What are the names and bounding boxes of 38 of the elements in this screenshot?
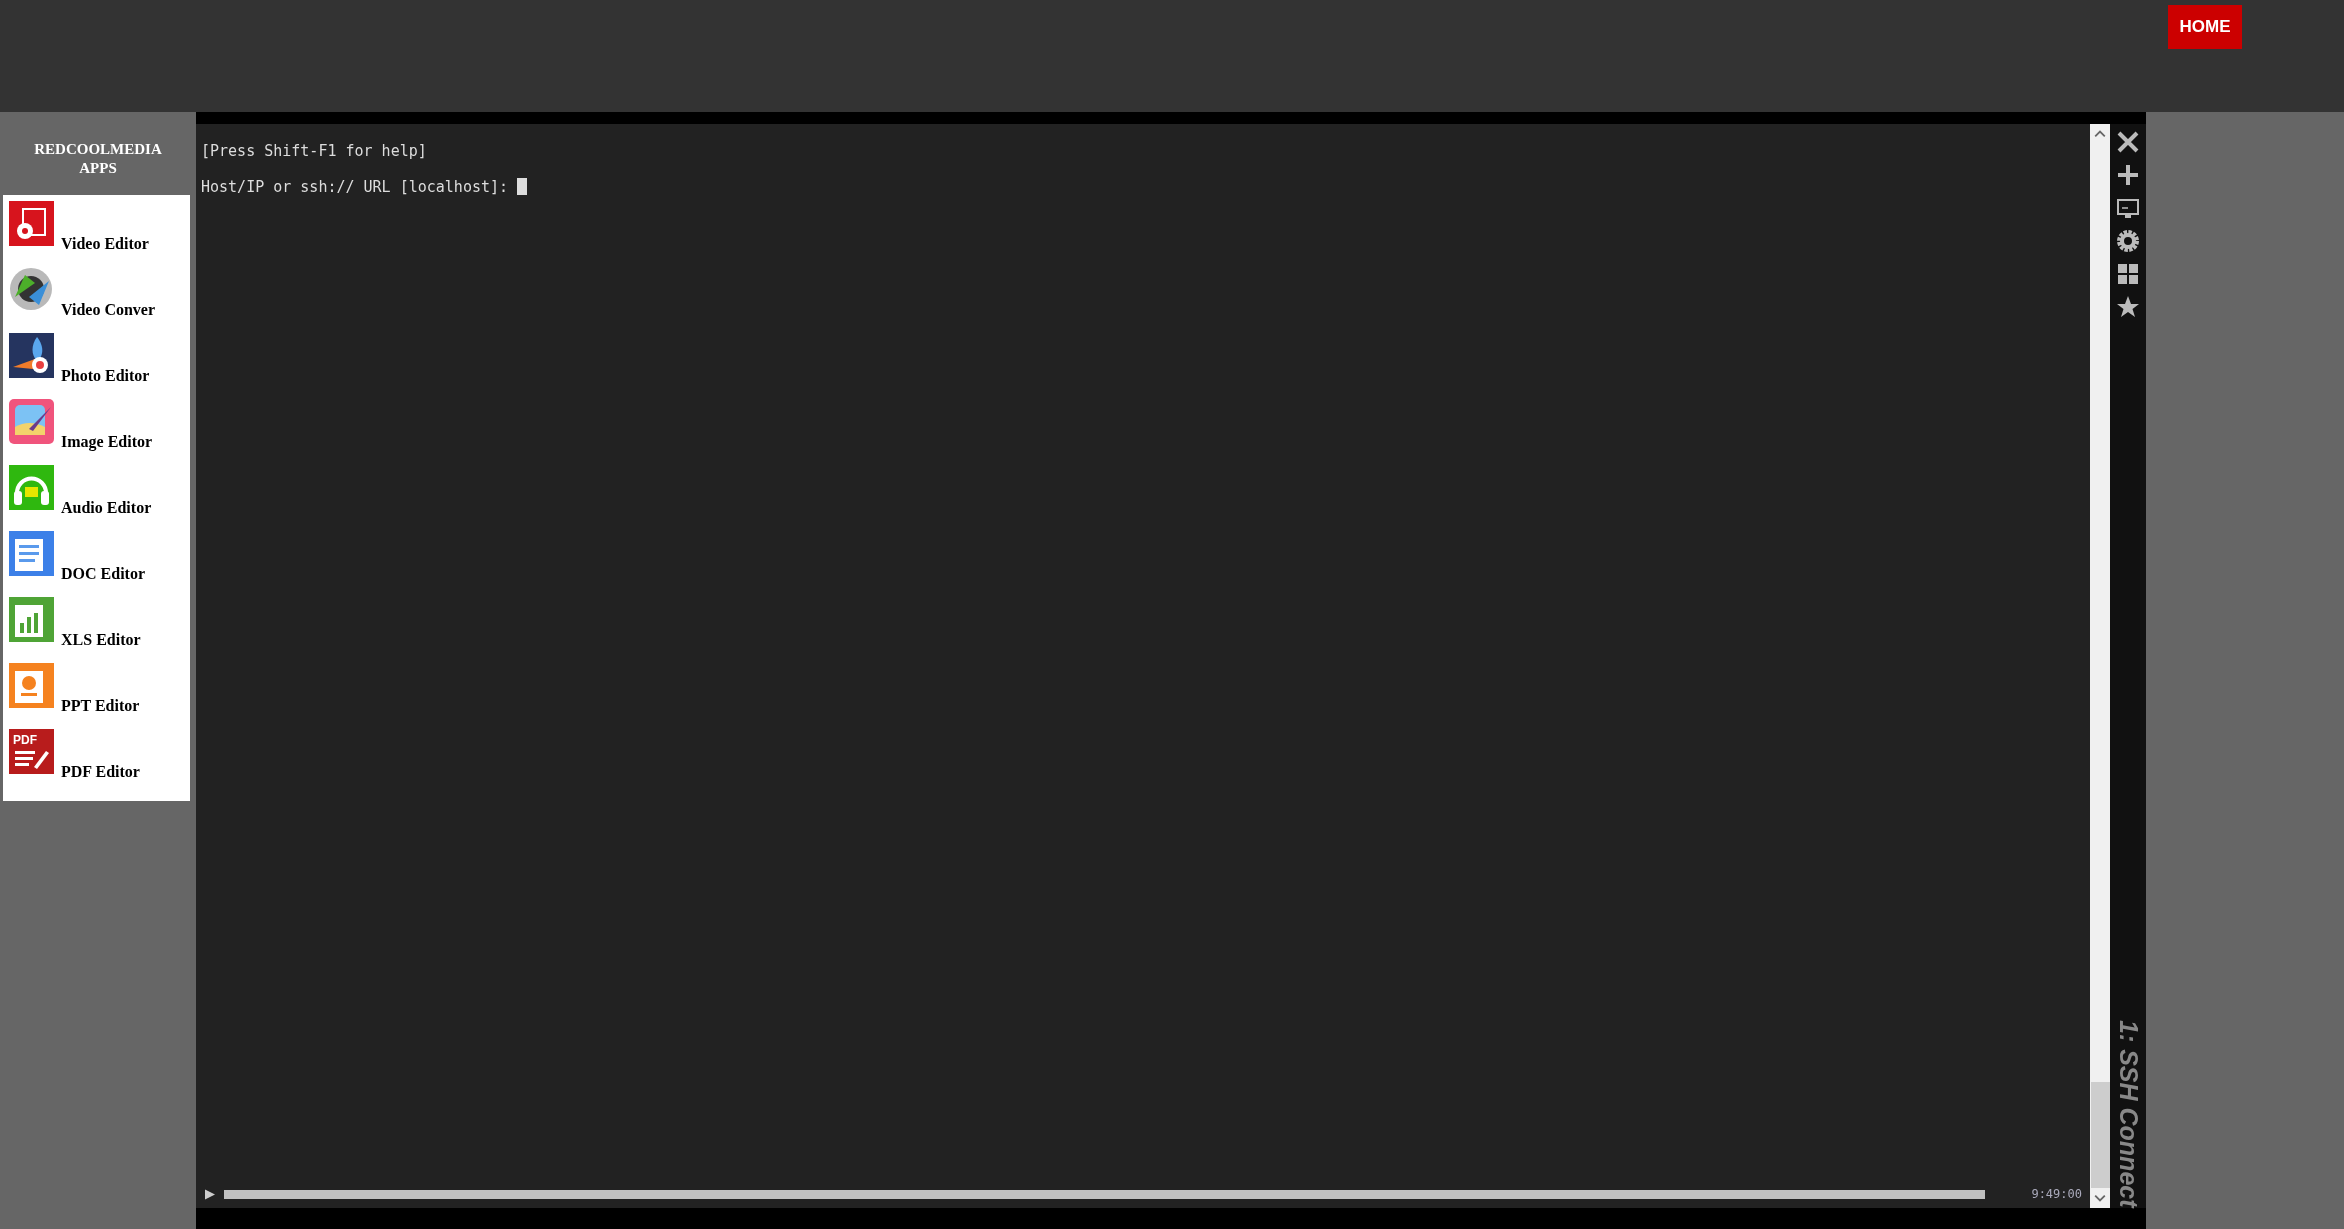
image-app-icon[interactable] xyxy=(9,399,54,444)
plus-icon[interactable] xyxy=(2116,163,2140,187)
close-icon[interactable] xyxy=(2116,130,2140,154)
app-label[interactable]: Video Editor xyxy=(61,235,149,253)
app-label[interactable]: Photo Editor xyxy=(61,367,150,385)
audio-app-icon[interactable] xyxy=(9,465,54,510)
scrollbar[interactable] xyxy=(224,1189,1985,1199)
app-label[interactable]: XLS Editor xyxy=(61,631,141,649)
terminal-line: Host/IP or ssh:// URL [localhost]: xyxy=(201,178,509,196)
terminal-line: [Press Shift-F1 for help] xyxy=(201,142,427,160)
scroll-thumb[interactable] xyxy=(2090,1082,2110,1188)
video-app-icon[interactable] xyxy=(9,201,54,246)
clock: 9:49:00 xyxy=(2031,1187,2082,1201)
settings-icon[interactable] xyxy=(2116,229,2140,253)
terminal-screen[interactable]: [Press Shift-F1 for help] Host/IP or ssh:// URL [localhost]: 9:49:00 xyxy=(196,124,2090,1208)
sidebar-title: REDCOOLMEDIA APPS xyxy=(33,140,163,178)
star-icon[interactable] xyxy=(2116,295,2140,319)
scroll-down-icon[interactable] xyxy=(2094,1194,2106,1202)
app-label[interactable]: PPT Editor xyxy=(61,697,140,715)
session-tab[interactable]: 1: SSH Connect xyxy=(2113,1020,2143,1208)
convert-app-icon[interactable] xyxy=(9,267,54,312)
terminal-icon[interactable] xyxy=(2116,196,2140,220)
home-button[interactable]: HOME xyxy=(2168,5,2242,49)
scroll-up-icon[interactable] xyxy=(2094,130,2106,138)
app-label[interactable]: PDF Editor xyxy=(61,763,140,781)
doc-app-icon[interactable] xyxy=(9,531,54,576)
photo-app-icon[interactable] xyxy=(9,333,54,378)
app-label[interactable]: DOC Editor xyxy=(61,565,145,583)
ppt-app-icon[interactable] xyxy=(9,663,54,708)
cursor xyxy=(517,178,528,195)
xls-app-icon[interactable] xyxy=(9,597,54,642)
app-label[interactable]: Video Conver xyxy=(61,301,156,319)
app-label[interactable]: Audio Editor xyxy=(61,499,152,517)
app-label[interactable]: Image Editor xyxy=(61,433,153,451)
grid-icon[interactable] xyxy=(2116,262,2140,286)
pdf-app-icon[interactable]: PDF xyxy=(9,729,54,774)
play-icon[interactable] xyxy=(205,1188,215,1200)
scrollbar[interactable] xyxy=(2090,124,2110,1208)
